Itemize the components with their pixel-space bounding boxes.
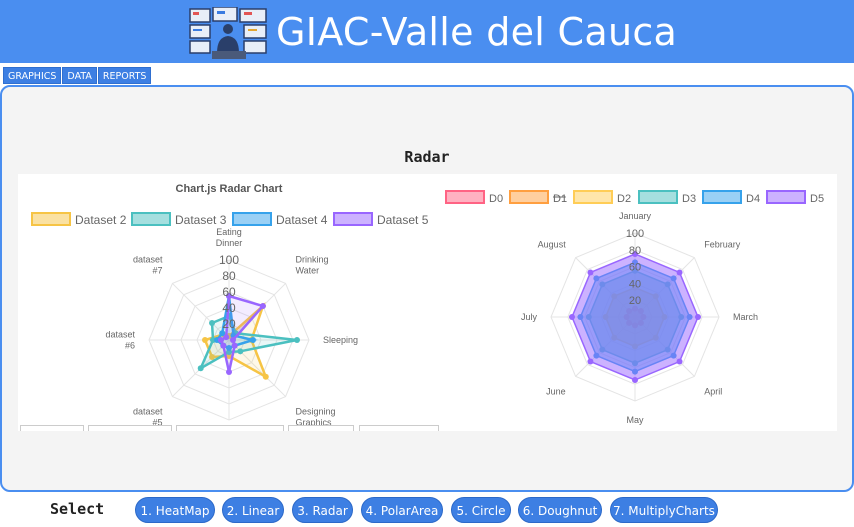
radar-button[interactable]: 3. Radar	[292, 497, 353, 523]
radar-data-point	[197, 365, 204, 372]
radar-data-point	[676, 358, 683, 365]
radar-axis-label: Drinking Water	[295, 255, 328, 276]
radar-tick-label: 20	[222, 317, 236, 331]
app-title: GIAC-Valle del Cauca	[276, 10, 678, 54]
radar-data-point	[569, 314, 575, 320]
select-label: Select	[50, 500, 105, 518]
radar-data-point	[259, 303, 266, 310]
doughnut-button[interactable]: 6. Doughnut	[518, 497, 602, 523]
radar-axis-label: June	[546, 386, 566, 396]
radar-data-point	[223, 334, 230, 341]
table-stub	[359, 425, 439, 431]
table-stub	[88, 425, 172, 431]
multiplycharts-button[interactable]: 7. MultiplyCharts	[610, 497, 718, 523]
legend-swatch	[131, 212, 171, 226]
tab-reports[interactable]: REPORTS	[97, 67, 152, 84]
table-stub	[176, 425, 284, 431]
top-tab-bar: GRAPHICS DATA REPORTS	[3, 67, 152, 84]
radar-data-point	[218, 337, 224, 343]
linear-button[interactable]: 2. Linear	[222, 497, 284, 523]
legend-label: D5	[810, 193, 824, 205]
table-stub	[20, 425, 84, 431]
legend-swatch	[31, 212, 71, 226]
radar-data-point	[632, 377, 638, 383]
legend-swatch	[702, 190, 742, 204]
radar-data-point	[262, 373, 269, 380]
legend-label: D3	[682, 193, 696, 205]
heatmap-button[interactable]: 1. HeatMap	[135, 497, 215, 523]
chart-title: Chart.js Radar Chart	[176, 183, 283, 195]
radar-tick-label: 40	[222, 301, 236, 315]
radar-tick-label: 60	[222, 285, 236, 299]
polararea-button[interactable]: 4. PolarArea	[361, 497, 443, 523]
radar-data-point	[226, 369, 232, 375]
radar-tick-label: 80	[629, 245, 641, 257]
app-header: GIAC-Valle del Cauca	[0, 0, 854, 63]
radar-data-point	[294, 337, 300, 343]
radar-data-point	[587, 269, 594, 276]
radar-charts-svg: Chart.js Radar Chart Dataset 2 Dataset 3 Da…	[31, 183, 824, 427]
radar-tick-label: 60	[629, 262, 641, 274]
radar-axis-label: February	[704, 240, 741, 250]
legend-label: Dataset 2	[75, 213, 127, 227]
tab-graphics[interactable]: GRAPHICS	[3, 67, 62, 84]
radar-axis-label: March	[733, 312, 758, 322]
tab-data[interactable]: DATA	[62, 67, 97, 84]
legend-label: D1	[553, 193, 567, 205]
legend-swatch	[232, 212, 272, 226]
radar-data-point	[695, 314, 701, 320]
radar-tick-label: 20	[629, 295, 641, 307]
legend-swatch	[638, 190, 678, 204]
radar-tick-label: 40	[629, 278, 641, 290]
radar-data-point	[676, 269, 683, 276]
radar-axis-label: April	[704, 386, 722, 396]
radar-tick-label: 80	[222, 269, 236, 283]
legend-label: Dataset 4	[276, 213, 328, 227]
legend-swatch	[333, 212, 373, 226]
monitoring-operator-logo	[189, 7, 267, 59]
legend-label: D2	[617, 193, 631, 205]
legend-label: D0	[489, 193, 503, 205]
legend-label: D4	[746, 193, 760, 205]
radar-tick-label: 100	[219, 253, 239, 267]
radar-axis-label: August	[538, 240, 567, 250]
section-title: Radar	[404, 148, 450, 166]
legend-swatch	[573, 190, 613, 204]
legend-swatch	[766, 190, 806, 204]
radar-axis-label: dataset #7	[133, 255, 163, 276]
radar-axis-label: July	[521, 312, 538, 322]
radar-data-point	[202, 337, 208, 343]
radar-axis-label: January	[619, 211, 652, 221]
legend-swatch	[445, 190, 485, 204]
radar-data-point	[250, 337, 256, 343]
charts-container: Chart.js Radar Chart Dataset 2 Dataset 3 Da…	[18, 174, 837, 431]
radar-data-point	[220, 342, 227, 349]
legend-label: Dataset 5	[377, 213, 429, 227]
radar-data-point	[209, 320, 216, 327]
legend-label: Dataset 3	[175, 213, 227, 227]
radar-axis-label: Sleeping	[323, 335, 358, 345]
radar-axis-label: Eating Dinner	[216, 227, 243, 248]
radar-data-point	[231, 342, 238, 349]
radar-axis-label: dataset #6	[105, 330, 135, 351]
radar-data-point	[230, 337, 236, 343]
circle-button[interactable]: 5. Circle	[451, 497, 511, 523]
radar-data-point	[587, 358, 594, 365]
table-stub	[288, 425, 354, 431]
radar-tick-label: 100	[626, 228, 644, 240]
radar-axis-label: May	[626, 415, 644, 425]
radar-data-point	[237, 348, 244, 355]
legend-swatch	[509, 190, 549, 204]
